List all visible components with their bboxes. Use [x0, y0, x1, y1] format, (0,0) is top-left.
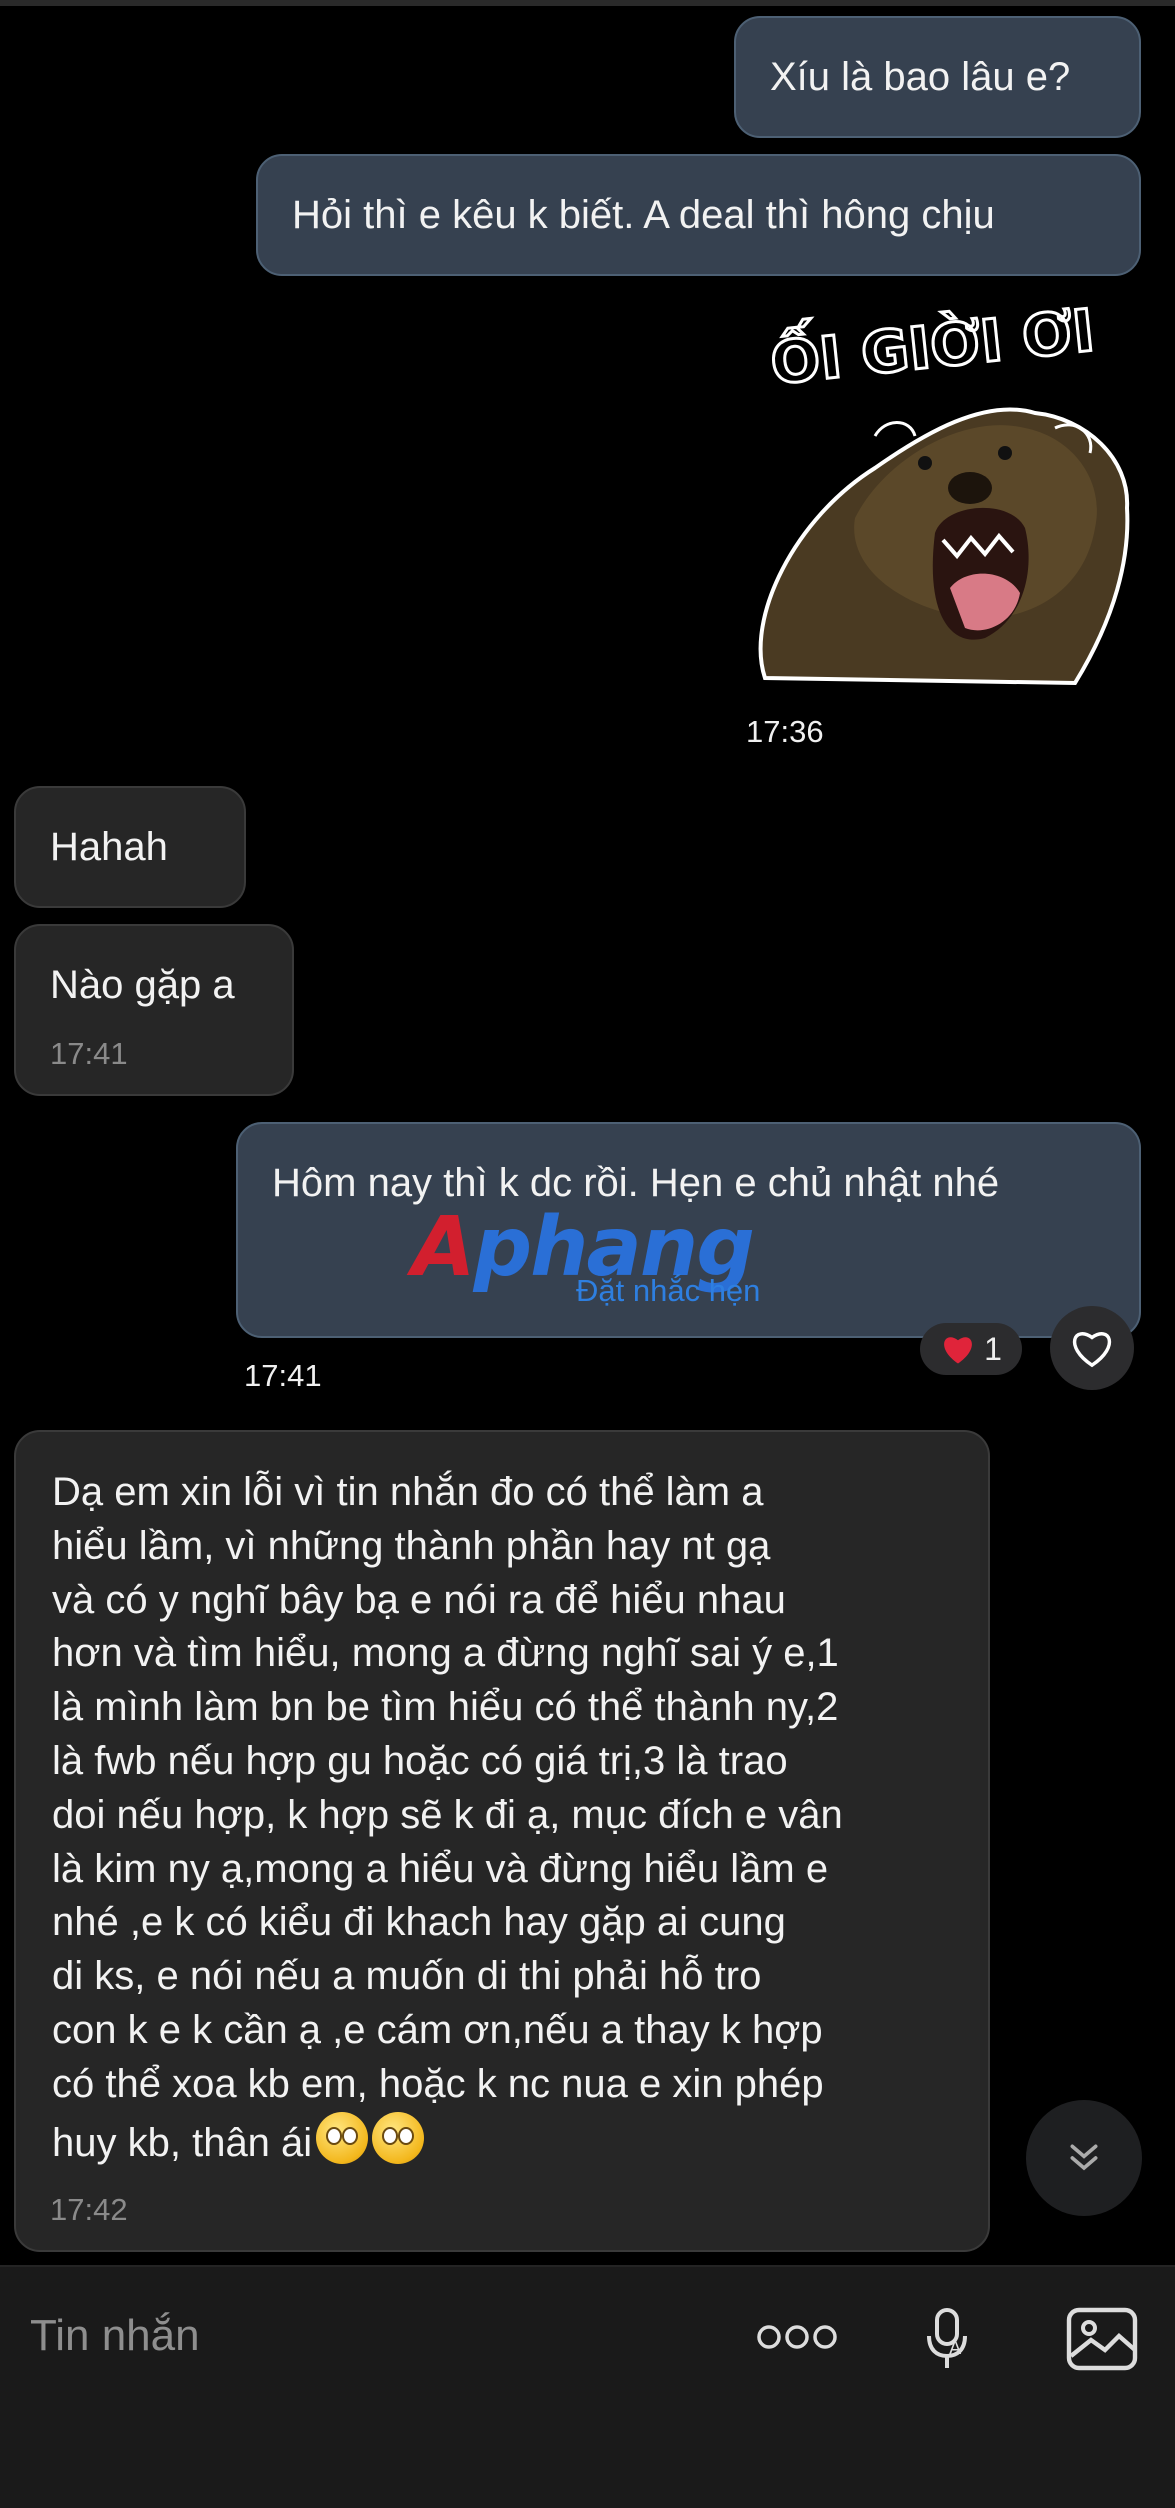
react-button[interactable]	[1050, 1306, 1134, 1390]
more-options-button[interactable]	[752, 2307, 842, 2367]
double-chevron-down-icon	[1070, 2144, 1098, 2171]
incoming-message-bubble[interactable]: Nào gặp a 17:41	[14, 924, 294, 1096]
svg-text:A: A	[949, 2338, 962, 2359]
message-text: Dạ em xin lỗi vì tin nhắn đo có thể làm …	[52, 1470, 843, 2165]
image-icon	[1066, 2307, 1138, 2371]
outgoing-message-bubble[interactable]: Xíu là bao lâu e?	[734, 16, 1141, 138]
smiling-face-emoji	[372, 2111, 425, 2164]
set-reminder-link[interactable]: Đặt nhắc hẹn	[576, 1273, 760, 1309]
microphone-icon: A	[927, 2308, 967, 2368]
message-text: Nào gặp a	[50, 963, 235, 1007]
message-text: Xíu là bao lâu e?	[770, 55, 1071, 99]
message-input-bar: Tin nhắn A	[0, 2265, 1175, 2508]
incoming-message-bubble[interactable]: Dạ em xin lỗi vì tin nhắn đo có thể làm …	[14, 1430, 990, 2252]
scroll-to-bottom-button[interactable]	[1026, 2100, 1142, 2216]
message-text: Hahah	[50, 825, 168, 869]
reaction-count: 1	[984, 1330, 1002, 1367]
message-text: Hỏi thì e kêu k biết. A deal thì hông ch…	[292, 193, 995, 237]
more-dots-icon	[757, 2325, 837, 2349]
heart-icon	[944, 1337, 972, 1364]
bear-sticker[interactable]: ỐI GIỜI ƠI	[735, 295, 1145, 698]
message-time: 17:42	[50, 2192, 128, 2227]
heart-outline-icon	[1072, 1332, 1112, 1368]
message-time: 17:41	[50, 1036, 128, 1071]
message-input[interactable]: Tin nhắn	[30, 2311, 200, 2361]
smiling-face-emoji	[316, 2111, 369, 2164]
gallery-button[interactable]	[1060, 2299, 1144, 2379]
message-time: 17:41	[244, 1358, 322, 1393]
voice-input-button[interactable]: A	[912, 2299, 982, 2379]
status-divider	[0, 0, 1175, 6]
message-time: 17:36	[746, 714, 824, 749]
incoming-message-bubble[interactable]: Hahah	[14, 786, 246, 908]
reaction-badge[interactable]: 1	[920, 1323, 1022, 1375]
outgoing-message-bubble[interactable]: Hỏi thì e kêu k biết. A deal thì hông ch…	[256, 154, 1141, 276]
